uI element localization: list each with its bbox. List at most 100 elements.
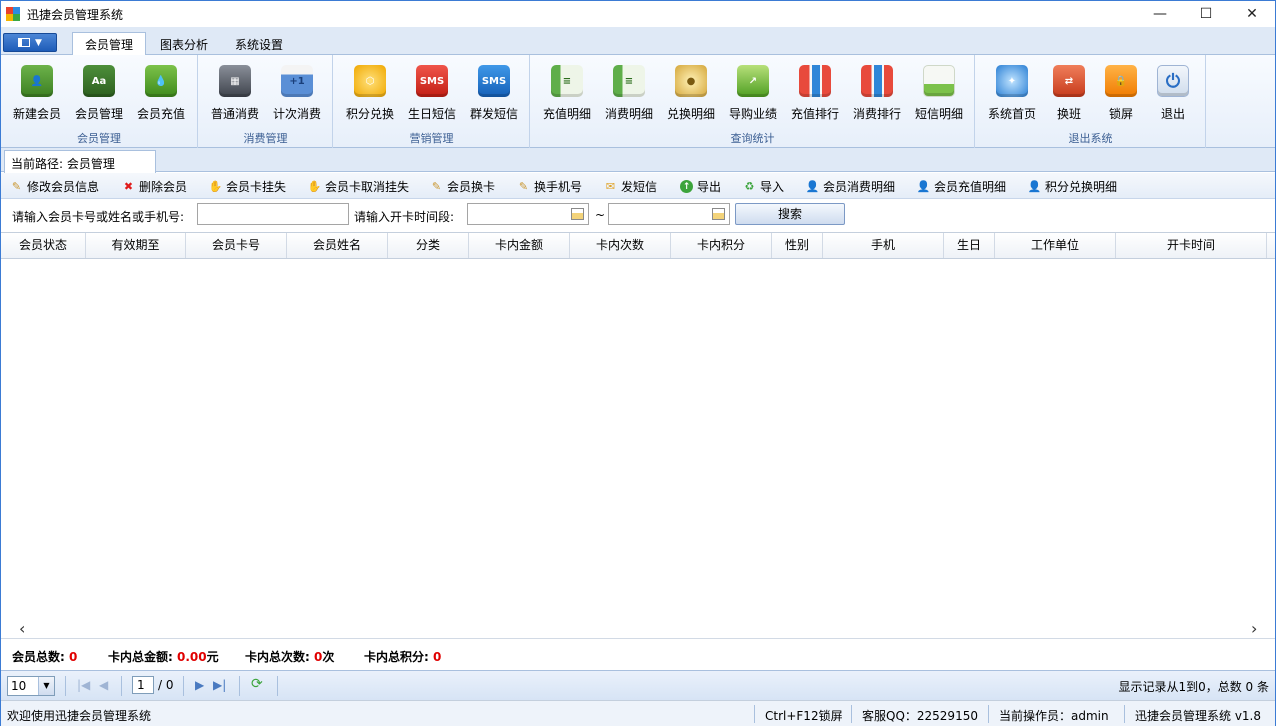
column-header[interactable]: 卡内次数	[570, 233, 671, 258]
column-header[interactable]: 开卡时间	[1116, 233, 1267, 258]
column-header[interactable]: 工作单位	[995, 233, 1116, 258]
points-exchange-detail-button[interactable]: 👤 积分兑换明细	[1028, 178, 1117, 195]
edit-member-button[interactable]: ✎ 修改会员信息	[10, 178, 99, 195]
path-bar: 当前路径: 会员管理	[1, 148, 1275, 173]
exchange-detail-label: 兑换明细	[666, 107, 715, 121]
column-header[interactable]: 会员状态	[1, 233, 86, 258]
current-path-tab[interactable]: 当前路径: 会员管理	[4, 150, 156, 173]
change-phone-button[interactable]: ✎ 换手机号	[517, 178, 582, 195]
refresh-icon[interactable]: ⟳	[251, 676, 263, 692]
column-header[interactable]: 分类	[388, 233, 469, 258]
change-card-button[interactable]: ✎ 会员换卡	[430, 178, 495, 195]
report-loss-button[interactable]: ✋ 会员卡挂失	[209, 178, 286, 195]
points-detail-icon: 👤	[1027, 180, 1042, 193]
date-from-input[interactable]	[467, 203, 589, 225]
column-header[interactable]: 会员卡号	[186, 233, 287, 258]
member-manage-button[interactable]: Aa 会员管理	[68, 65, 130, 122]
import-button[interactable]: ♻ 导入	[743, 178, 784, 195]
tab-member-management[interactable]: 会员管理	[72, 32, 147, 56]
total-points-value: 0	[433, 650, 442, 664]
menu-icon	[18, 38, 31, 47]
new-member-book-icon: 👤	[21, 65, 53, 97]
recharge-rank-button[interactable]: 充值排行	[784, 65, 846, 122]
next-page-icon[interactable]: ▶	[195, 678, 204, 692]
member-recharge-button[interactable]: 💧 会员充值	[130, 65, 192, 122]
consume-detail-button[interactable]: ≡ 消费明细	[598, 65, 660, 122]
divider	[239, 676, 240, 696]
send-sms-button[interactable]: ✉ 发短信	[604, 178, 657, 195]
column-header[interactable]: 有效期至	[86, 233, 186, 258]
guide-performance-button[interactable]: ↗ 导购业绩	[722, 65, 784, 122]
lock-shortcut-text: Ctrl+F12锁屏	[765, 709, 843, 723]
page-size-select[interactable]: 10 ▼	[7, 676, 55, 696]
last-page-icon[interactable]: ▶|	[213, 678, 226, 692]
column-header[interactable]: 会员姓名	[287, 233, 388, 258]
birthday-sms-button[interactable]: SMS 生日短信	[401, 65, 463, 122]
calendar-icon[interactable]	[712, 208, 725, 220]
date-to-input[interactable]	[608, 203, 730, 225]
export-button[interactable]: ↑ 导出	[680, 178, 721, 195]
points-exchange-icon: ⬡	[354, 65, 386, 97]
change-phone-icon: ✎	[518, 180, 529, 193]
exit-label: 退出	[1160, 107, 1185, 121]
group-label-exit: 退出系统	[1068, 132, 1113, 145]
chevron-down-icon[interactable]: ▼	[38, 677, 54, 695]
maximize-button[interactable]: ☐	[1183, 1, 1229, 27]
table-body[interactable]	[1, 259, 1275, 619]
points-exchange-button[interactable]: ⬡ 积分兑换	[339, 65, 401, 122]
total-count: 卡内总次数: 0次	[245, 648, 334, 665]
total-amount: 卡内总金额: 0.00元	[108, 648, 219, 665]
new-member-button[interactable]: 👤 新建会员	[6, 65, 68, 122]
count-consume-label: 计次消费	[272, 107, 321, 121]
mass-sms-button[interactable]: SMS 群发短信	[463, 65, 525, 122]
prev-page-icon[interactable]: ◀	[99, 678, 108, 692]
swap-icon: ⇄	[1053, 65, 1085, 97]
tab-system-settings[interactable]: 系统设置	[223, 33, 295, 55]
pager-bar: 10 ▼ |◀ ◀ 1 / 0 ▶ ▶| ⟳ 显示记录从1到0，总数 0 条	[1, 670, 1275, 700]
keyword-input[interactable]	[197, 203, 349, 225]
compass-icon: ✦	[996, 65, 1028, 97]
column-header[interactable]: 卡内积分	[671, 233, 772, 258]
close-button[interactable]: ✕	[1229, 1, 1275, 27]
member-consume-detail-button[interactable]: 👤 会员消费明细	[806, 178, 895, 195]
send-sms-label: 发短信	[621, 180, 658, 194]
first-page-icon[interactable]: |◀	[77, 678, 90, 692]
sms-detail-button[interactable]: 短信明细	[908, 65, 970, 122]
calendar-icon[interactable]	[571, 208, 584, 220]
delete-member-button[interactable]: ✖ 删除会员	[122, 178, 187, 195]
sms-detail-label: 短信明细	[914, 107, 963, 121]
column-header[interactable]: 卡内金额	[469, 233, 570, 258]
sms-sheet-icon	[923, 65, 955, 97]
ribbon-group-consume: ▦ 普通消费 +1 计次消费 消费管理	[199, 55, 333, 148]
normal-consume-button[interactable]: ▦ 普通消费	[204, 65, 266, 122]
recharge-sheet-icon: ≡	[551, 65, 583, 97]
consume-detail-label: 消费明细	[604, 107, 653, 121]
recharge-detail-button[interactable]: ≡ 充值明细	[536, 65, 598, 122]
horizontal-scrollbar[interactable]: ‹ ›	[1, 619, 1275, 638]
scroll-right-icon[interactable]: ›	[1251, 619, 1257, 638]
total-points-label: 卡内总积分:	[364, 650, 429, 664]
current-page-input[interactable]: 1	[132, 676, 154, 694]
ribbon-group-member: 👤 新建会员 Aa 会员管理 💧 会员充值 会员管理	[1, 55, 198, 148]
consume-rank-button[interactable]: 消费排行	[846, 65, 908, 122]
tab-chart-analysis[interactable]: 图表分析	[148, 33, 220, 55]
ribbon-group-marketing: ⬡ 积分兑换 SMS 生日短信 SMS 群发短信 营销管理	[334, 55, 530, 148]
status-bar: 欢迎使用迅捷会员管理系统 Ctrl+F12锁屏 客服QQ：22529150 当前…	[1, 700, 1275, 726]
version-text: 迅捷会员管理系统 v1.8	[1135, 709, 1262, 723]
column-header[interactable]: 手机	[823, 233, 944, 258]
minimize-button[interactable]: —	[1137, 1, 1183, 27]
count-consume-button[interactable]: +1 计次消费	[266, 65, 328, 122]
system-home-button[interactable]: ✦ 系统首页	[981, 65, 1043, 122]
column-header[interactable]: 生日	[944, 233, 995, 258]
exit-button[interactable]: ⏻ 退出	[1142, 65, 1204, 122]
member-recharge-detail-button[interactable]: 👤 会员充值明细	[917, 178, 1006, 195]
scroll-left-icon[interactable]: ‹	[19, 619, 25, 638]
cash-register-icon: ▦	[219, 65, 251, 97]
member-recharge-detail-label: 会员充值明细	[934, 180, 1007, 194]
cancel-loss-button[interactable]: ✋ 会员卡取消挂失	[308, 178, 409, 195]
divider	[851, 705, 852, 723]
app-menu-button[interactable]: ▼	[3, 33, 57, 52]
search-button[interactable]: 搜索	[735, 203, 845, 225]
exchange-detail-button[interactable]: ● 兑换明细	[660, 65, 722, 122]
column-header[interactable]: 性别	[772, 233, 823, 258]
